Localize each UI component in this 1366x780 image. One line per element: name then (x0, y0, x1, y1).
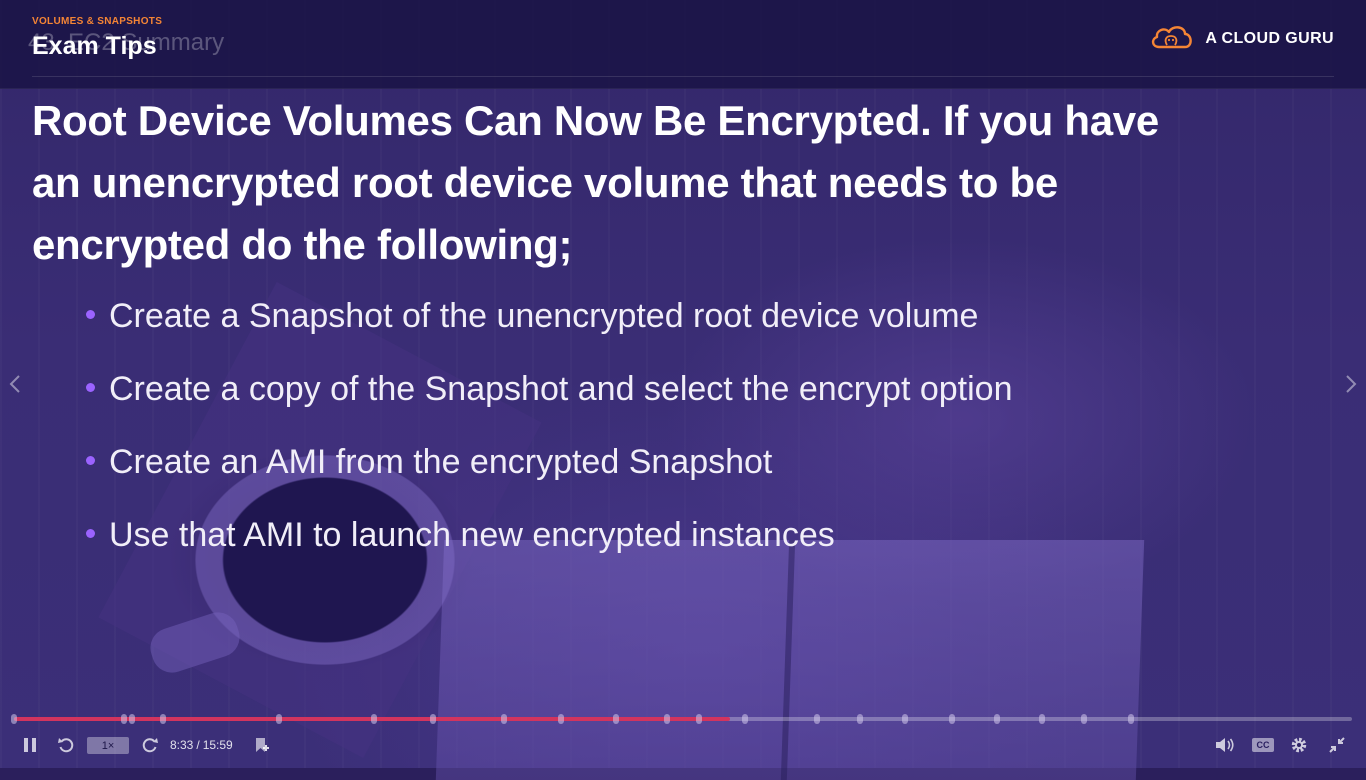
playback-time: 8:33/15:59 (170, 738, 233, 752)
chapter-marker[interactable] (128, 714, 135, 724)
rewind-button[interactable] (54, 730, 78, 760)
pause-icon (24, 738, 36, 752)
chapter-marker[interactable] (902, 714, 909, 724)
bookmark-icon (256, 738, 269, 752)
bullet-text: Use that AMI to launch new encrypted ins… (109, 516, 835, 554)
chapter-marker[interactable] (994, 714, 1001, 724)
fullscreen-exit-icon (1329, 737, 1345, 753)
settings-button[interactable] (1286, 730, 1312, 760)
pause-button[interactable] (18, 730, 42, 760)
bullet-text: Create a Snapshot of the unencrypted roo… (109, 297, 979, 335)
header-divider (32, 76, 1334, 77)
page-title: Exam Tips (32, 32, 157, 60)
previous-slide-button[interactable] (4, 370, 26, 398)
chapter-marker[interactable] (696, 714, 703, 724)
chapter-marker[interactable] (120, 714, 127, 724)
settings-icon (1291, 737, 1307, 753)
total-duration: 15:59 (202, 738, 233, 752)
chapter-marker[interactable] (1038, 714, 1045, 724)
bullet-dot-icon (86, 529, 95, 538)
bullet-dot-icon (86, 310, 95, 319)
chevron-left-icon (9, 375, 20, 393)
bullet-item: Use that AMI to launch new encrypted ins… (86, 499, 1012, 572)
current-time: 8:33 (170, 738, 194, 752)
slide-header: VOLUMES & SNAPSHOTS 43. EC2 Summary Exam… (0, 0, 1366, 89)
bullet-item: Create an AMI from the encrypted Snapsho… (86, 426, 1012, 499)
brand-logo: A CLOUD GURU (1149, 24, 1334, 54)
chapter-marker[interactable] (613, 714, 620, 724)
bullet-dot-icon (86, 383, 95, 392)
volume-button[interactable] (1212, 730, 1238, 760)
forward-icon (142, 738, 158, 753)
bullet-dot-icon (86, 456, 95, 465)
bullet-list: Create a Snapshot of the unencrypted roo… (86, 280, 1012, 572)
fullscreen-exit-button[interactable] (1324, 730, 1350, 760)
chapter-marker[interactable] (275, 714, 282, 724)
bullet-text: Create an AMI from the encrypted Snapsho… (109, 443, 773, 481)
captions-button[interactable]: CC (1252, 738, 1274, 752)
chevron-right-icon (1346, 375, 1357, 393)
cloud-logo-icon (1149, 23, 1195, 55)
brand-name: A CLOUD GURU (1205, 30, 1334, 47)
time-separator: / (196, 738, 200, 752)
bullet-item: Create a Snapshot of the unencrypted roo… (86, 280, 1012, 353)
chapter-marker[interactable] (813, 714, 820, 724)
chapter-marker[interactable] (741, 714, 748, 724)
section-kicker: VOLUMES & SNAPSHOTS (32, 16, 163, 27)
chapter-marker[interactable] (663, 714, 670, 724)
chapter-marker[interactable] (429, 714, 436, 724)
volume-icon (1216, 738, 1234, 752)
player-controls: 1× 8:33/15:59 CC (0, 730, 1366, 760)
chapter-marker[interactable] (500, 714, 507, 724)
bookmark-button[interactable] (250, 730, 274, 760)
bullet-text: Create a copy of the Snapshot and select… (109, 370, 1013, 408)
chapter-marker[interactable] (558, 714, 565, 724)
bullet-item: Create a copy of the Snapshot and select… (86, 353, 1012, 426)
next-slide-button[interactable] (1340, 370, 1362, 398)
playback-speed-button[interactable]: 1× (87, 737, 129, 754)
video-progress-bar[interactable] (11, 714, 1352, 724)
chapter-marker[interactable] (11, 714, 17, 724)
rewind-icon (58, 738, 74, 753)
chapter-marker[interactable] (856, 714, 863, 724)
chapter-marker[interactable] (159, 714, 166, 724)
forward-button[interactable] (138, 730, 162, 760)
chapter-marker[interactable] (948, 714, 955, 724)
slide-heading: Root Device Volumes Can Now Be Encrypted… (32, 97, 1159, 268)
chapter-marker[interactable] (370, 714, 377, 724)
chapter-marker[interactable] (1081, 714, 1088, 724)
chapter-marker[interactable] (1128, 714, 1135, 724)
